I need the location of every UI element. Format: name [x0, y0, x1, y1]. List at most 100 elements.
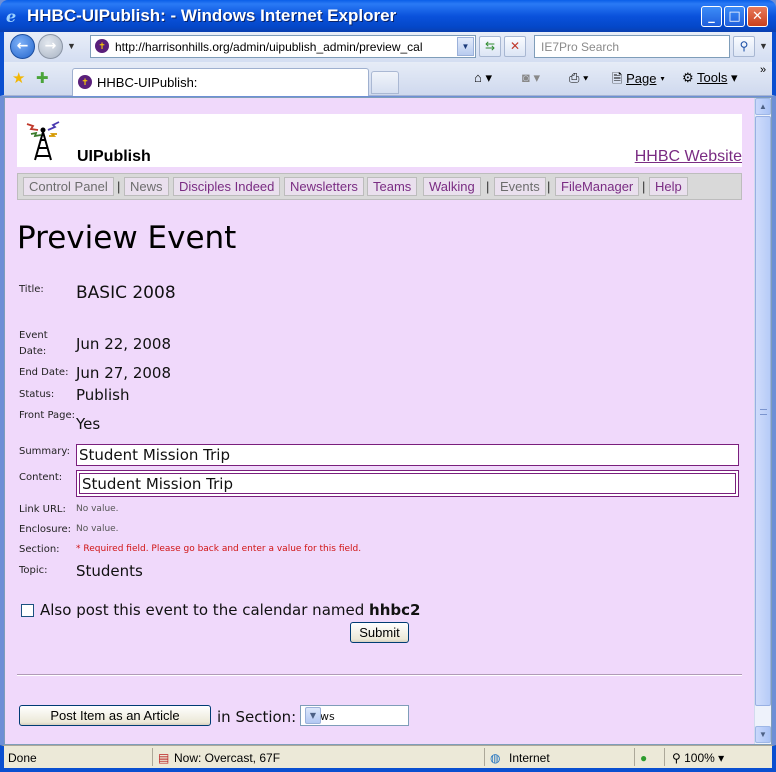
scrollbar-thumb[interactable] [755, 116, 771, 706]
close-button[interactable]: ✕ [747, 6, 768, 27]
home-icon[interactable]: ⌂ ▾ [474, 70, 492, 86]
status-divider [664, 748, 665, 766]
security-zone: Internet [509, 751, 550, 765]
status-label: Status: [19, 389, 55, 400]
end-date-label: End Date: [19, 367, 69, 378]
tab-favicon-icon: ✝ [78, 75, 92, 89]
page-content: UIPublish HHBC Website Control Panel | N… [5, 98, 755, 744]
calendar-post-text: Also post this event to the calendar nam… [40, 601, 365, 619]
front-page-label: Front Page: [19, 410, 76, 421]
nav-item-newsletters[interactable]: Newsletters [284, 177, 364, 196]
page-title: Preview Event [17, 220, 237, 256]
ie7pro-icon[interactable]: ● [640, 751, 647, 765]
tools-menu-label: Tools [697, 70, 728, 85]
stop-button[interactable]: ✕ [504, 36, 526, 57]
nav-separator: | [486, 179, 490, 194]
search-input[interactable]: IE7Pro Search [534, 35, 730, 58]
status-bar: Done ▤ Now: Overcast, 67F ◍ Internet ● ⚲… [0, 745, 776, 772]
nav-item-filemanager[interactable]: FileManager [555, 177, 640, 196]
summary-box: Student Mission Trip [76, 444, 739, 466]
nav-item-teams[interactable]: Teams [367, 177, 418, 196]
scroll-grip-icon [760, 409, 767, 415]
page-menu-label: Page [626, 71, 657, 86]
nav-item-news[interactable]: News [124, 177, 169, 196]
minimize-button[interactable]: _ [701, 6, 722, 27]
title-value: BASIC 2008 [76, 283, 176, 303]
ie-logo-icon: e [6, 7, 17, 26]
title-label: Title: [19, 284, 44, 295]
nav-separator: | [547, 179, 551, 194]
scroll-down-icon[interactable]: ▼ [755, 726, 771, 743]
address-bar[interactable]: ✝ http://harrisonhills.org/admin/uipubli… [90, 35, 476, 58]
zoom-control[interactable]: ⚲ 100% ▾ [672, 751, 724, 765]
address-toolbar: ← → ▼ ✝ http://harrisonhills.org/admin/u… [0, 32, 776, 62]
hhbc-website-link[interactable]: HHBC Website [635, 148, 742, 166]
forward-button[interactable]: → [38, 34, 63, 59]
back-button[interactable]: ← [10, 34, 35, 59]
window-title: HHBC-UIPublish: - Windows Internet Explo… [27, 6, 397, 25]
tab-toolbar: ★ ✚ ✝ HHBC-UIPublish: ⌂ ▾ ◙ ▾ ⎙ ▾ 🗎 Page… [0, 62, 776, 96]
scroll-up-icon[interactable]: ▲ [755, 98, 771, 115]
topic-value: Students [76, 562, 143, 580]
app-name: UIPublish [77, 148, 151, 165]
section-select[interactable]: News ▼ [300, 705, 409, 726]
nav-item-control-panel[interactable]: Control Panel [23, 177, 114, 196]
recent-pages-dropdown-icon[interactable]: ▼ [67, 41, 76, 51]
status-value: Publish [76, 386, 130, 404]
search-button[interactable]: ⚲ [733, 36, 755, 57]
calendar-post-checkbox[interactable] [21, 604, 34, 617]
print-icon[interactable]: ⎙ ▾ [569, 70, 588, 86]
page-menu[interactable]: 🗎 Page ▾ [612, 70, 665, 92]
nav-item-events[interactable]: Events [494, 177, 546, 196]
site-favicon-icon: ✝ [95, 39, 109, 53]
link-url-value: No value. [76, 504, 119, 514]
refresh-button[interactable]: ⇆ [479, 36, 501, 57]
zoom-level: 100% [684, 751, 715, 765]
end-date-value: Jun 27, 2008 [76, 364, 172, 382]
post-as-article-button[interactable]: Post Item as an Article [19, 705, 211, 726]
nav-item-disciples-indeed[interactable]: Disciples Indeed [173, 177, 281, 196]
submit-button[interactable]: Submit [350, 622, 409, 643]
status-divider [152, 748, 153, 766]
maximize-button[interactable]: □ [724, 6, 745, 27]
new-tab-button[interactable] [371, 71, 399, 94]
content-label: Content: [19, 472, 63, 483]
enclosure-label: Enclosure: [19, 524, 72, 535]
browser-viewport: UIPublish HHBC Website Control Panel | N… [4, 97, 772, 745]
address-url[interactable]: http://harrisonhills.org/admin/uipublish… [115, 40, 455, 54]
favorites-star-icon[interactable]: ★ [12, 69, 25, 87]
status-divider [634, 748, 635, 766]
enclosure-value: No value. [76, 524, 119, 534]
tools-menu[interactable]: ⚙ Tools ▾ [682, 70, 738, 86]
section-required-error: * Required field. Please go back and ent… [76, 544, 362, 554]
vertical-scrollbar[interactable]: ▲ ▼ [754, 98, 771, 744]
search-placeholder-text: IE7Pro Search [541, 40, 620, 54]
topic-label: Topic: [19, 565, 48, 576]
front-page-value: Yes [76, 415, 101, 433]
event-date-value: Jun 22, 2008 [76, 335, 172, 353]
content-value: Student Mission Trip [82, 475, 233, 493]
chevron-more-icon[interactable]: » [760, 64, 766, 76]
status-text: Done [8, 751, 37, 765]
status-divider [484, 748, 485, 766]
calendar-name: hhbc2 [369, 601, 421, 619]
add-favorites-icon[interactable]: ✚ [36, 69, 49, 87]
section-label: Section: [19, 544, 60, 555]
search-options-dropdown-icon[interactable]: ▼ [759, 41, 768, 51]
weather-text: Now: Overcast, 67F [174, 751, 281, 765]
internet-globe-icon: ◍ [490, 751, 501, 765]
divider [17, 674, 742, 676]
nav-item-walking[interactable]: Walking [423, 177, 481, 196]
content-box: Student Mission Trip [76, 470, 739, 497]
summary-value: Student Mission Trip [79, 446, 230, 464]
link-url-label: Link URL: [19, 504, 66, 515]
chevron-down-icon[interactable]: ▼ [305, 707, 321, 724]
tab-label: HHBC-UIPublish: [97, 75, 198, 90]
address-dropdown-icon[interactable]: ▼ [457, 37, 474, 56]
event-date-label: Event Date: [19, 330, 48, 357]
summary-label: Summary: [19, 446, 70, 457]
tab-hhbc-uipublish[interactable]: ✝ HHBC-UIPublish: [72, 68, 369, 96]
nav-item-help[interactable]: Help [649, 177, 688, 196]
window-titlebar: e HHBC-UIPublish: - Windows Internet Exp… [0, 0, 776, 32]
feeds-icon[interactable]: ◙ ▾ [522, 70, 540, 86]
